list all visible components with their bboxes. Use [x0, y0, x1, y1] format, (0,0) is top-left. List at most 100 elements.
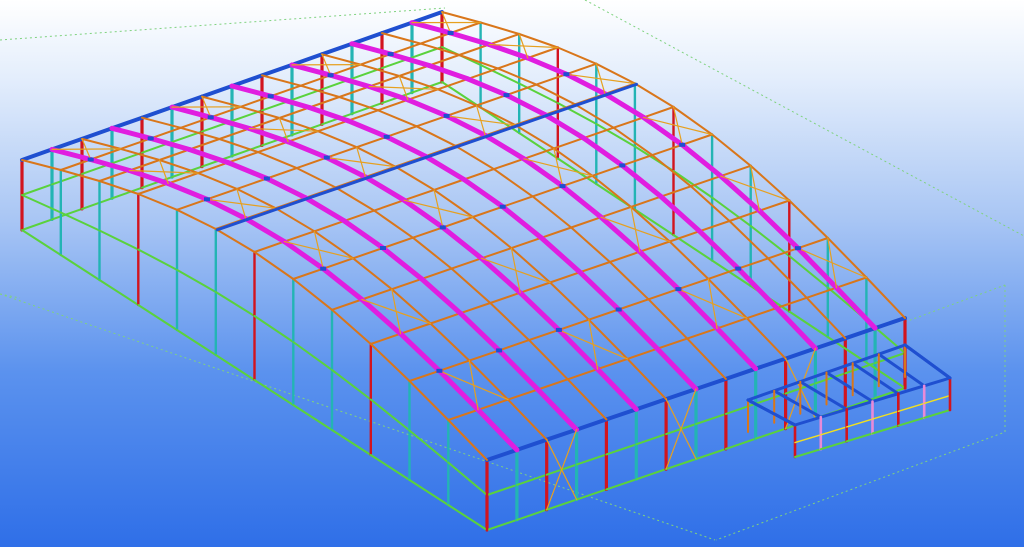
- annex-rail: [846, 418, 874, 428]
- purlin: [359, 53, 392, 66]
- purlin: [775, 296, 808, 309]
- rafter: [345, 118, 390, 140]
- purlin: [621, 154, 654, 167]
- rafter: [415, 125, 457, 147]
- purlin: [380, 20, 414, 36]
- rafter: [602, 91, 647, 120]
- annex-base: [871, 424, 900, 435]
- purlin: [797, 237, 829, 250]
- purlin: [248, 117, 281, 130]
- purlin: [283, 230, 316, 243]
- rafter: [612, 126, 654, 157]
- purlin: [235, 177, 268, 190]
- rafter: [377, 109, 418, 128]
- purlin: [557, 318, 590, 331]
- purlin: [536, 378, 569, 391]
- rafter: [338, 96, 379, 112]
- rafter: [504, 92, 548, 118]
- rafter: [465, 76, 509, 98]
- valley-beam: [215, 217, 249, 232]
- purlin: [447, 408, 480, 421]
- gable-girt: [331, 368, 372, 401]
- purlin: [290, 52, 324, 67]
- purlin: [642, 106, 675, 119]
- valley-beam: [305, 186, 339, 201]
- purlin: [604, 407, 639, 422]
- annex-rail: [923, 394, 951, 405]
- rafter: [81, 137, 122, 150]
- annex-base: [819, 440, 848, 451]
- gable-girt: [672, 170, 714, 199]
- purlin: [428, 54, 461, 67]
- purlin: [389, 42, 422, 56]
- purlin: [419, 32, 452, 45]
- valley-beam: [275, 197, 309, 211]
- annex-rail: [871, 410, 899, 420]
- purlin: [656, 337, 689, 350]
- gable-base-girt: [292, 404, 333, 431]
- purlin: [608, 250, 641, 263]
- rafter: [834, 285, 878, 331]
- purlin: [471, 205, 504, 218]
- rafter: [429, 322, 471, 362]
- plate: [496, 348, 503, 353]
- plate: [436, 368, 443, 373]
- rafter: [373, 209, 414, 239]
- structure-model[interactable]: [0, 0, 1024, 547]
- rafter: [528, 339, 569, 381]
- purlin: [489, 291, 522, 304]
- annex-end: [903, 343, 952, 380]
- purlin: [253, 240, 286, 253]
- purlin: [408, 369, 441, 382]
- front-girt: [695, 412, 727, 425]
- purlin: [313, 219, 346, 233]
- purlin: [681, 133, 714, 146]
- purlin: [600, 205, 632, 219]
- purlin: [399, 322, 432, 335]
- rafter: [419, 276, 463, 316]
- rafter: [381, 32, 422, 45]
- plate: [263, 176, 270, 181]
- purlin: [438, 359, 471, 372]
- model-viewport[interactable]: [0, 0, 1024, 547]
- rafter: [774, 305, 818, 351]
- purlin: [445, 104, 478, 117]
- purlin: [411, 226, 444, 239]
- rafter: [320, 266, 365, 302]
- front-base-girt: [605, 478, 638, 491]
- plate: [499, 204, 506, 209]
- rafter: [341, 218, 386, 251]
- plate: [320, 266, 327, 271]
- purlin: [492, 157, 525, 171]
- rafter: [158, 159, 200, 175]
- purlin: [566, 368, 599, 381]
- structural-members: [20, 10, 952, 532]
- purlin: [579, 261, 611, 274]
- rafter: [556, 46, 598, 65]
- rafter: [479, 21, 521, 35]
- purlin: [664, 387, 698, 402]
- valley-beam: [455, 134, 489, 149]
- back-base-girt: [81, 197, 113, 210]
- annex-base: [897, 416, 926, 427]
- purlin: [260, 62, 294, 78]
- purlin: [218, 127, 251, 140]
- purlin: [188, 138, 221, 151]
- purlin: [269, 84, 302, 98]
- purlin: [587, 308, 620, 321]
- purlin: [449, 21, 482, 34]
- rafter: [246, 126, 291, 145]
- gable-girt: [369, 398, 411, 432]
- wall-brace: [665, 388, 697, 470]
- rafter: [197, 172, 238, 190]
- purlin: [398, 64, 431, 77]
- rafter: [278, 117, 319, 133]
- rafter: [745, 317, 787, 360]
- plate: [380, 246, 386, 250]
- rafter: [697, 228, 741, 272]
- rafter: [475, 407, 520, 453]
- rafter: [285, 139, 330, 161]
- purlin: [582, 126, 615, 140]
- rafter: [728, 220, 770, 260]
- purlin: [338, 85, 371, 98]
